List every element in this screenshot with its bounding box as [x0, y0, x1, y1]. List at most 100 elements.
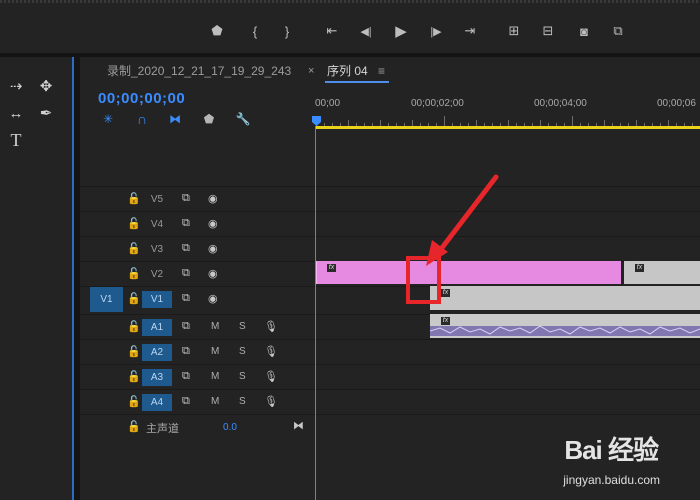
audio-waveform: [430, 325, 700, 336]
track-label[interactable]: V2: [142, 266, 172, 283]
ripple-edit-tool-icon: ✥: [39, 78, 53, 95]
ruler-label: 00;00;02;00: [411, 98, 464, 109]
mic-icon[interactable]: 🎙: [264, 320, 278, 333]
lane-v3[interactable]: [316, 236, 700, 261]
add-marker-button[interactable]: ⬟: [207, 21, 227, 41]
lock-icon[interactable]: 🔓: [127, 192, 141, 205]
ripple-edit-tool[interactable]: ✥: [35, 75, 57, 97]
track-select-tool[interactable]: ⇢: [5, 75, 27, 97]
track-label[interactable]: V5: [142, 191, 172, 208]
timecode-display[interactable]: 00;00;00;00: [98, 90, 185, 107]
audio-clip-a1[interactable]: fx: [430, 314, 700, 338]
linked-selection-icon[interactable]: ⧓: [166, 110, 184, 128]
lift-button[interactable]: ⊞: [504, 21, 524, 41]
tab-sequence-04[interactable]: 序列 04: [327, 61, 368, 81]
lane-v4[interactable]: [316, 211, 700, 236]
lock-icon[interactable]: 🔓: [127, 292, 141, 305]
lock-icon[interactable]: 🔓: [127, 267, 141, 280]
expand-arrows-icon[interactable]: ⧓: [293, 419, 304, 432]
video-clip-v1[interactable]: fx: [430, 286, 700, 310]
tab-menu-icon[interactable]: ≡: [378, 61, 385, 81]
track-label[interactable]: A2: [142, 344, 172, 361]
lock-icon[interactable]: 🔓: [127, 242, 141, 255]
mic-icon[interactable]: 🎙: [264, 395, 278, 408]
type-tool[interactable]: T: [5, 129, 27, 151]
go-to-out-button[interactable]: ⇥: [460, 21, 480, 41]
sync-lock-icon[interactable]: ⧉: [182, 292, 190, 305]
sync-lock-icon[interactable]: ⧉: [182, 370, 190, 383]
playhead-line: [315, 126, 316, 500]
mute-button[interactable]: M: [211, 321, 219, 332]
lock-icon[interactable]: 🔓: [127, 345, 141, 358]
pen-tool[interactable]: ✒: [35, 102, 57, 124]
sync-lock-icon[interactable]: ⧉: [182, 345, 190, 358]
compare-view-button[interactable]: ⧉: [608, 21, 628, 41]
solo-button[interactable]: S: [239, 346, 246, 357]
pen-tool-icon: ✒: [39, 105, 53, 122]
master-volume-value[interactable]: 0.0: [223, 422, 237, 433]
eye-icon[interactable]: ◉: [208, 217, 218, 230]
video-clip-v2-pink[interactable]: fx: [316, 261, 621, 284]
go-to-in-button[interactable]: ⇤: [322, 21, 342, 41]
extract-button[interactable]: ⊟: [538, 21, 558, 41]
mute-button[interactable]: M: [211, 371, 219, 382]
mute-button[interactable]: M: [211, 396, 219, 407]
sync-lock-icon[interactable]: ⧉: [182, 217, 190, 230]
track-label[interactable]: A3: [142, 369, 172, 386]
lane-a4[interactable]: [316, 389, 700, 414]
mark-out-button[interactable]: }: [277, 21, 297, 41]
lane-a3[interactable]: [316, 364, 700, 389]
solo-button[interactable]: S: [239, 396, 246, 407]
eye-icon[interactable]: ◉: [208, 267, 218, 280]
mic-icon[interactable]: 🎙: [264, 345, 278, 358]
lock-icon[interactable]: 🔓: [127, 420, 141, 433]
fx-badge: fx: [635, 264, 644, 272]
tab-recording-sequence[interactable]: 录制_2020_12_21_17_19_29_243: [107, 61, 291, 81]
export-frame-button[interactable]: ◙: [574, 21, 594, 41]
tab-close-icon[interactable]: ×: [308, 61, 314, 81]
lane-a2[interactable]: [316, 339, 700, 364]
video-clip-v2-gray[interactable]: fx: [624, 261, 700, 284]
add-marker-icon[interactable]: ⬟: [200, 110, 218, 128]
step-forward-button[interactable]: |▶: [426, 21, 446, 41]
track-label[interactable]: V4: [142, 216, 172, 233]
mic-icon[interactable]: 🎙: [264, 370, 278, 383]
track-label[interactable]: V3: [142, 241, 172, 258]
track-label[interactable]: V1: [142, 291, 172, 308]
lock-icon[interactable]: 🔓: [127, 217, 141, 230]
step-forward-icon: |▶: [430, 25, 442, 38]
settings-wrench-icon[interactable]: 🔧: [234, 110, 252, 128]
solo-button[interactable]: S: [239, 371, 246, 382]
snap-icon[interactable]: ∩: [133, 110, 151, 128]
solo-button[interactable]: S: [239, 321, 246, 332]
sync-lock-icon[interactable]: ⧉: [182, 395, 190, 408]
eye-icon[interactable]: ◉: [208, 242, 218, 255]
lane-v5[interactable]: [316, 186, 700, 211]
sync-lock-icon[interactable]: ⧉: [182, 242, 190, 255]
slip-tool-icon: ↔: [8, 104, 24, 122]
work-area-bar[interactable]: [316, 126, 700, 129]
marker-icon: ⬟: [211, 23, 223, 38]
nest-toggle-icon[interactable]: ✳: [99, 110, 117, 128]
track-label[interactable]: A4: [142, 394, 172, 411]
sync-lock-icon[interactable]: ⧉: [182, 320, 190, 333]
eye-icon[interactable]: ◉: [208, 192, 218, 205]
ruler-label: 00;00;04;00: [534, 98, 587, 109]
track-header-master: 🔓 主声道 0.0 ⧓: [80, 414, 315, 439]
play-icon: ▶: [395, 23, 407, 40]
slip-tool[interactable]: ↔: [5, 102, 27, 124]
mark-in-button[interactable]: {: [245, 21, 265, 41]
sync-lock-icon[interactable]: ⧉: [182, 267, 190, 280]
compare-icon: ⧉: [613, 23, 623, 38]
mute-button[interactable]: M: [211, 346, 219, 357]
lock-icon[interactable]: 🔓: [127, 395, 141, 408]
mark-in-icon: {: [252, 23, 258, 39]
source-patch-v1[interactable]: V1: [90, 287, 123, 312]
eye-icon[interactable]: ◉: [208, 292, 218, 305]
track-label[interactable]: A1: [142, 319, 172, 336]
lock-icon[interactable]: 🔓: [127, 370, 141, 383]
play-button[interactable]: ▶: [391, 21, 411, 41]
lock-icon[interactable]: 🔓: [127, 320, 141, 333]
sync-lock-icon[interactable]: ⧉: [182, 192, 190, 205]
step-back-button[interactable]: ◀|: [356, 21, 376, 41]
